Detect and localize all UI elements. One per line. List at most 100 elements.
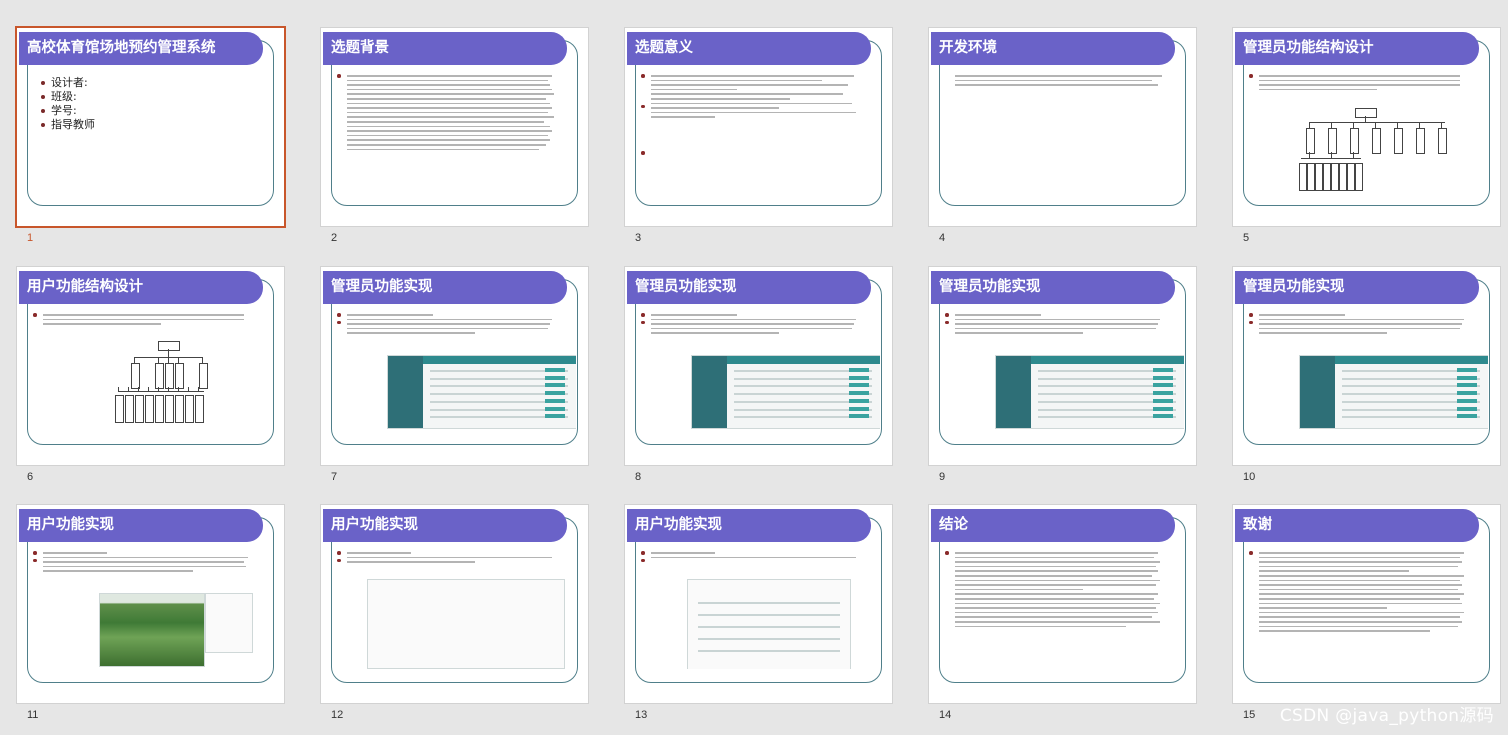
text-line <box>347 79 548 82</box>
slide-thumbnail-4[interactable]: 开发环境 <box>929 28 1196 226</box>
slide-thumbnail-12[interactable]: 用户功能实现 <box>321 505 588 703</box>
diagram-node <box>1328 128 1337 154</box>
slide-number: 12 <box>331 709 344 721</box>
bullet-dot <box>945 551 949 555</box>
slide-thumbnail-3[interactable]: 选题意义 <box>625 28 892 226</box>
slide-thumbnail-2[interactable]: 选题背景 <box>321 28 588 226</box>
sidebar <box>1300 356 1335 428</box>
bullet-dot <box>945 320 949 325</box>
slide-content: 设计者: 班级: 学号: 指导教师 <box>29 72 272 192</box>
text-line <box>347 116 555 118</box>
diagram-node <box>1394 128 1403 154</box>
text-line <box>651 79 823 82</box>
text-line <box>651 318 857 321</box>
slide-content <box>941 549 1184 669</box>
text-line <box>955 323 1159 325</box>
slide-number: 4 <box>939 232 946 244</box>
text-line <box>955 593 1159 595</box>
text-line <box>347 561 476 563</box>
slide-thumbnail-1[interactable]: 高校体育馆场地预约管理系统 设计者: 班级: 学号: 指导教师 <box>17 28 284 226</box>
diagram-line <box>1301 158 1361 159</box>
bullet-dot <box>33 558 37 563</box>
diagram-node <box>131 363 140 389</box>
slide-content <box>333 72 576 192</box>
text-line <box>651 93 844 95</box>
text-line <box>347 323 551 325</box>
text-line <box>955 556 1154 559</box>
text-line <box>347 84 551 86</box>
slide-thumbnail-10[interactable]: 管理员功能实现 <box>1233 267 1500 465</box>
reservation-table-thumbnail <box>687 579 851 669</box>
text-line <box>347 139 551 141</box>
diagram-line <box>158 387 159 391</box>
slide-number: 1 <box>27 232 34 244</box>
slide-thumbnail-13[interactable]: 用户功能实现 <box>625 505 892 703</box>
slide-thumbnail-14[interactable]: 结论 <box>929 505 1196 703</box>
slide-thumbnail-5[interactable]: 管理员功能结构设计 <box>1233 28 1500 226</box>
slide-thumbnail-11[interactable]: 用户功能实现 <box>17 505 284 703</box>
bullet-dot <box>641 104 645 109</box>
slide-number: 15 <box>1243 709 1256 721</box>
row-button <box>545 375 565 380</box>
text-line <box>1259 552 1465 554</box>
bullet-dot <box>1249 313 1253 317</box>
slide-thumbnail-15[interactable]: 致谢 <box>1233 505 1500 703</box>
row-button <box>1457 383 1477 388</box>
text-line <box>347 552 412 554</box>
row-button <box>1153 368 1173 372</box>
slide-thumbnail-6[interactable]: 用户功能结构设计 <box>17 267 284 465</box>
slide-thumbnail-8[interactable]: 管理员功能实现 <box>625 267 892 465</box>
diagram-node <box>1299 163 1307 191</box>
venue-photo-thumbnail <box>99 593 205 667</box>
bullet-dot <box>641 313 645 317</box>
diagram-node <box>185 395 194 423</box>
row-button <box>849 368 869 372</box>
text-line <box>955 584 1156 586</box>
slide-cell: 管理员功能实现 7 <box>321 267 588 495</box>
header-bar <box>1334 356 1488 364</box>
text-line <box>955 575 1152 577</box>
slide-title: 管理员功能实现 <box>627 271 871 304</box>
diagram-node <box>1347 163 1355 191</box>
text-line <box>43 565 247 568</box>
text-line <box>1259 327 1460 330</box>
text-line <box>1259 625 1458 628</box>
text-line <box>1259 318 1465 321</box>
diagram-node <box>195 395 204 423</box>
text-line <box>651 84 848 86</box>
slide-number: 6 <box>27 471 34 483</box>
text-line <box>955 579 1161 582</box>
row-button <box>849 391 869 396</box>
text-line <box>955 332 1084 334</box>
slide-cell: 管理员功能实现 9 <box>929 267 1196 495</box>
list-item: 设计者: <box>39 76 272 90</box>
text-line <box>43 552 108 554</box>
table-row <box>697 650 841 652</box>
text-line <box>1259 593 1465 595</box>
slide-content <box>1245 311 1488 431</box>
diagram-node <box>1307 163 1315 191</box>
row-button <box>545 414 565 419</box>
slide-thumbnail-9[interactable]: 管理员功能实现 <box>929 267 1196 465</box>
slide-thumbnail-7[interactable]: 管理员功能实现 <box>321 267 588 465</box>
table-row <box>697 602 841 604</box>
sidebar <box>692 356 727 428</box>
diagram-node <box>1331 163 1339 191</box>
slide-title: 结论 <box>931 509 1175 542</box>
slide-content <box>1245 549 1488 669</box>
text-line <box>347 130 553 132</box>
slide-cell: 致谢 15 <box>1233 505 1500 733</box>
slide-title: 管理员功能实现 <box>1235 271 1479 304</box>
slide-title: 用户功能实现 <box>19 509 263 542</box>
row-button <box>1153 414 1173 419</box>
slide-title: 用户功能实现 <box>627 509 871 542</box>
row-button <box>1153 383 1173 388</box>
row-button <box>1457 391 1477 396</box>
list-item: 班级: <box>39 90 272 104</box>
text-line <box>347 556 553 559</box>
text-line <box>955 327 1156 330</box>
diagram-line <box>118 387 119 391</box>
bullet-dot <box>641 551 645 555</box>
bullet-dot <box>1249 320 1253 325</box>
diagram-node <box>115 395 124 423</box>
